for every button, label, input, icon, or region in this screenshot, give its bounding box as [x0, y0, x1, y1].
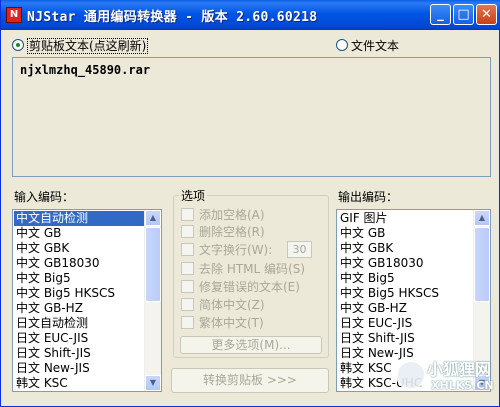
scroll-up-arrow-icon[interactable]: ▲	[145, 210, 161, 226]
list-item[interactable]: 中文 GB18030	[14, 256, 145, 271]
convert-clipboard-button[interactable]: 转换剪贴板 >>>	[171, 368, 329, 393]
wrap-text-label: 文字换行(W):	[199, 243, 273, 257]
wrap-width-input[interactable]: 30	[287, 241, 312, 258]
input-list-scrollbar[interactable]: ▲ ▼	[144, 210, 161, 391]
remove-html-checkbox[interactable]	[181, 262, 194, 275]
more-options-button[interactable]: 更多选项(M)...	[180, 336, 322, 354]
close-button[interactable]: ✕	[476, 4, 497, 25]
fix-errors-checkbox[interactable]	[181, 280, 194, 293]
input-encoding-label: 输入编码：	[14, 190, 75, 204]
input-encoding-items: 中文自动检测 中文 GB 中文 GBK 中文 GB18030 中文 Big5 中文 Big…	[14, 211, 145, 391]
minimize-button[interactable]: _	[430, 4, 451, 25]
list-item[interactable]: 中文 Big5 HKSCS	[14, 286, 145, 301]
fix-errors-label: 修复错误的文本(E)	[199, 280, 300, 294]
simplified-label: 简体中文(Z)	[199, 298, 265, 312]
wrap-text-checkbox[interactable]	[181, 243, 194, 256]
list-item[interactable]: 中文 GBK	[338, 241, 474, 256]
simplified-checkbox[interactable]	[181, 298, 194, 311]
clipboard-radio-label[interactable]: 剪贴板文本(点这刷新)	[27, 37, 149, 54]
list-item[interactable]: 中文 GBK	[14, 241, 145, 256]
list-item[interactable]: 日文 New-JIS	[14, 361, 145, 376]
traditional-checkbox[interactable]	[181, 316, 194, 329]
list-item[interactable]: 日文 Shift-JIS	[338, 331, 474, 346]
main-window: N NJStar 通用编码转换器 - 版本 2.60.60218 _ □ ✕ 剪…	[0, 0, 500, 407]
list-item[interactable]: GIF 图片	[338, 211, 474, 226]
watermark-url: XHLKS.CN	[431, 379, 494, 392]
file-radio-label[interactable]: 文件文本	[351, 37, 399, 54]
remove-spaces-label: 删除空格(R)	[199, 225, 265, 239]
list-item[interactable]: 中文 Big5 HKSCS	[338, 286, 474, 301]
scroll-thumb[interactable]	[145, 227, 161, 302]
radio-selected-dot	[16, 43, 20, 47]
clipboard-radio[interactable]	[12, 39, 24, 51]
add-spaces-label: 添加空格(A)	[199, 208, 265, 222]
scroll-down-arrow-icon[interactable]: ▼	[145, 375, 161, 391]
watermark-text: 小狐狸网	[427, 360, 492, 379]
list-item[interactable]: 日文 Shift-JIS	[14, 346, 145, 361]
app-icon: N	[6, 7, 22, 23]
list-item[interactable]: 中文 Big5	[14, 271, 145, 286]
remove-spaces-checkbox[interactable]	[181, 225, 194, 238]
list-item[interactable]: 中文 GB18030	[338, 256, 474, 271]
clipboard-label-text: 剪贴板文本(点这刷新)	[27, 38, 149, 54]
list-item[interactable]: 日文自动检测	[14, 316, 145, 331]
scroll-thumb[interactable]	[474, 227, 490, 302]
list-item[interactable]: 中文 Big5	[338, 271, 474, 286]
list-item[interactable]: 中文自动检测	[14, 211, 145, 226]
list-item[interactable]: 中文 GB	[338, 226, 474, 241]
options-group-title: 选项	[179, 187, 208, 204]
list-item[interactable]: 日文 EUC-JIS	[14, 331, 145, 346]
list-item[interactable]: 中文 GB-HZ	[338, 301, 474, 316]
add-spaces-checkbox[interactable]	[181, 208, 194, 221]
output-encoding-label: 输出编码：	[338, 190, 399, 204]
list-item[interactable]: 中文 GB	[14, 226, 145, 241]
title-bar[interactable]: N NJStar 通用编码转换器 - 版本 2.60.60218 _ □ ✕	[1, 0, 500, 30]
input-encoding-list[interactable]: 中文自动检测 中文 GB 中文 GBK 中文 GB18030 中文 Big5 中文 Big…	[12, 209, 162, 392]
scroll-up-arrow-icon[interactable]: ▲	[474, 210, 490, 226]
text-preview-area[interactable]: njxlmzhq_45890.rar	[12, 57, 491, 177]
list-item[interactable]: 日文 EUC-JIS	[338, 316, 474, 331]
list-item[interactable]: 中文 GB-HZ	[14, 301, 145, 316]
list-item[interactable]: 韩文 KSC	[14, 376, 145, 391]
text-preview-content: njxlmzhq_45890.rar	[20, 63, 151, 77]
maximize-button[interactable]: □	[453, 4, 474, 25]
file-radio[interactable]	[336, 39, 348, 51]
fox-logo-icon	[396, 360, 426, 390]
traditional-label: 繁体中文(T)	[199, 316, 264, 330]
window-title: NJStar 通用编码转换器 - 版本 2.60.60218	[27, 10, 318, 25]
remove-html-label: 去除 HTML 编码(S)	[199, 262, 306, 276]
site-watermark: 小狐狸网 XHLKS.CN	[396, 352, 496, 402]
